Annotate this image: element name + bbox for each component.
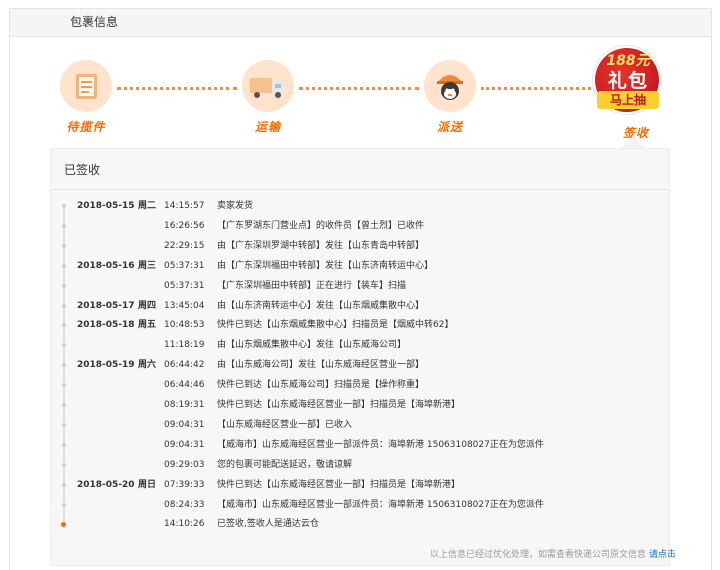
tracking-description: 【威海市】山东威海经区营业一部派件员：海埠新港 15063108027正在为您派… xyxy=(217,500,544,510)
tracking-row: 16:26:56 【广东罗湖东门营业点】的收件员【曾土烈】已收件 xyxy=(0,219,660,239)
tracking-description: 快件已到达【山东威海公司】扫描员是【操作称重】 xyxy=(217,380,425,390)
tracking-time: 06:44:46 xyxy=(164,380,205,390)
tracking-description: 已签收,签收人是通达云仓 xyxy=(217,519,319,529)
box-pointer xyxy=(621,136,645,148)
tracking-time: 08:24:33 xyxy=(164,500,205,510)
tracking-date: 2018-05-18 xyxy=(77,320,135,330)
tracking-time: 10:48:53 xyxy=(164,320,205,330)
tracking-description: 【威海市】山东威海经区营业一部派件员：海埠新港 15063108027正在为您派… xyxy=(217,440,544,450)
step-connector xyxy=(481,87,596,90)
tracking-row: 09:04:31 【威海市】山东威海经区营业一部派件员：海埠新港 15063108… xyxy=(0,438,660,458)
tracking-time: 16:26:56 xyxy=(164,221,205,231)
tracking-time: 05:37:31 xyxy=(164,281,205,291)
tracking-time: 13:45:04 xyxy=(164,301,205,311)
tracking-date: 2018-05-20 xyxy=(77,480,135,490)
tracking-description: 快件已到达【山东威海经区营业一部】扫描员是【海埠新港】 xyxy=(217,400,461,410)
tracking-description: 由【广东深圳福田中转部】发往【山东济南转运中心】 xyxy=(217,261,434,271)
tracking-weekday: 周四 xyxy=(138,301,157,311)
tracking-date: 2018-05-17 xyxy=(77,301,135,311)
tracking-time: 09:04:31 xyxy=(164,420,205,430)
tracking-time: 06:44:42 xyxy=(164,360,205,370)
tracking-row: 2018-05-15 周二 14:15:57 卖家发货 xyxy=(0,199,660,219)
tracking-time: 11:18:19 xyxy=(164,340,205,350)
tracking-time: 07:39:33 xyxy=(164,480,205,490)
tracking-status-title: 已签收 xyxy=(64,163,101,177)
tracking-row: 05:37:31 【广东深圳福田中转部】正在进行【装车】扫描 xyxy=(0,279,660,299)
step-transport: 运输 xyxy=(238,60,298,135)
panel-title: 包裹信息 xyxy=(10,9,711,37)
tracking-weekday: 周六 xyxy=(138,360,157,370)
step-pending-pickup: 待揽件 xyxy=(56,60,116,135)
step-label: 运输 xyxy=(254,120,281,134)
tracking-time: 14:10:26 xyxy=(164,519,205,529)
tracking-date: 2018-05-16 xyxy=(77,261,135,271)
tracking-row: 2018-05-16 周三 05:37:31 由【广东深圳福田中转部】发往【山东济南转… xyxy=(0,259,660,279)
tracking-description: 【山东威海经区营业一部】已收入 xyxy=(217,420,353,430)
tracking-weekday: 周日 xyxy=(138,480,157,490)
tracking-row: 2018-05-20 周日 07:39:33 快件已到达【山东威海经区营业一部】扫描员… xyxy=(0,478,660,498)
tracking-time: 14:15:57 xyxy=(164,201,205,211)
tracking-description: 【广东罗湖东门营业点】的收件员【曾土烈】已收件 xyxy=(217,221,425,231)
tracking-description: 您的包裹可能配送延迟，敬请谅解 xyxy=(217,460,353,470)
step-delivery: 派送 xyxy=(420,60,480,135)
tracking-row: 2018-05-17 周四 13:45:04 由【山东济南转运中心】发往【山东烟威集散… xyxy=(0,299,660,319)
gift-ribbon[interactable]: 马上抽 xyxy=(597,91,659,109)
tracking-weekday: 周三 xyxy=(138,261,157,271)
gift-icon[interactable]: 188元 礼包 马上抽 xyxy=(593,44,663,114)
delivery-truck-icon xyxy=(242,60,294,112)
tracking-description: 由【山东威海公司】发往【山东威海经区营业一部】 xyxy=(217,360,425,370)
tracking-row: 2018-05-19 周六 06:44:42 由【山东威海公司】发往【山东威海经区营业… xyxy=(0,358,660,378)
tracking-row: 08:19:31 快件已到达【山东威海经区营业一部】扫描员是【海埠新港】 xyxy=(0,398,660,418)
view-original-link[interactable]: 请点击 xyxy=(649,550,676,560)
courier-icon xyxy=(424,60,476,112)
tracking-weekday: 周二 xyxy=(138,201,157,211)
gift-title: 礼包 xyxy=(607,70,648,92)
tracking-description: 由【山东烟威集散中心】发往【山东威海公司】 xyxy=(217,340,407,350)
tracking-row: 14:10:26 已签收,签收人是通达云仓 xyxy=(0,517,660,537)
tracking-description: 快件已到达【山东烟威集散中心】扫描员是【烟威中转62】 xyxy=(217,320,454,330)
tracking-row: 22:29:15 由【广东深圳罗湖中转部】发往【山东青岛中转部】 xyxy=(0,239,660,259)
tracking-description: 由【广东深圳罗湖中转部】发往【山东青岛中转部】 xyxy=(217,241,425,251)
tracking-row: 11:18:19 由【山东烟威集散中心】发往【山东威海公司】 xyxy=(0,338,660,358)
tracking-time: 22:29:15 xyxy=(164,241,205,251)
tracking-row: 06:44:46 快件已到达【山东威海公司】扫描员是【操作称重】 xyxy=(0,378,660,398)
tracking-description: 快件已到达【山东威海经区营业一部】扫描员是【海埠新港】 xyxy=(217,480,461,490)
tracking-row: 09:29:03 您的包裹可能配送延迟，敬请谅解 xyxy=(0,458,660,478)
footer-text: 以上信息已经过优化处理，如需查看快递公司原文信息 xyxy=(430,550,647,560)
step-label: 待揽件 xyxy=(66,120,106,134)
tracking-row: 08:24:33 【威海市】山东威海经区营业一部派件员：海埠新港 15063108… xyxy=(0,498,660,518)
tracking-time: 09:04:31 xyxy=(164,440,205,450)
tracking-date: 2018-05-19 xyxy=(77,360,135,370)
tracking-weekday: 周五 xyxy=(138,320,157,330)
package-list-icon xyxy=(60,60,112,112)
step-connector xyxy=(117,87,237,90)
tracking-time: 09:29:03 xyxy=(164,460,205,470)
tracking-date: 2018-05-15 xyxy=(77,201,135,211)
tracking-time: 08:19:31 xyxy=(164,400,205,410)
step-label: 派送 xyxy=(436,120,463,134)
tracking-description: 由【山东济南转运中心】发往【山东烟威集散中心】 xyxy=(217,301,425,311)
step-connector xyxy=(299,87,419,90)
tracking-row: 09:04:31 【山东威海经区营业一部】已收入 xyxy=(0,418,660,438)
tracking-row: 2018-05-18 周五 10:48:53 快件已到达【山东烟威集散中心】扫描员是【… xyxy=(0,318,660,338)
divider xyxy=(52,189,668,190)
tracking-time: 05:37:31 xyxy=(164,261,205,271)
tracking-description: 卖家发货 xyxy=(217,201,254,211)
footer-note: 以上信息已经过优化处理，如需查看快递公司原文信息 请点击 xyxy=(430,547,676,560)
tracking-description: 【广东深圳福田中转部】正在进行【装车】扫描 xyxy=(217,281,407,291)
